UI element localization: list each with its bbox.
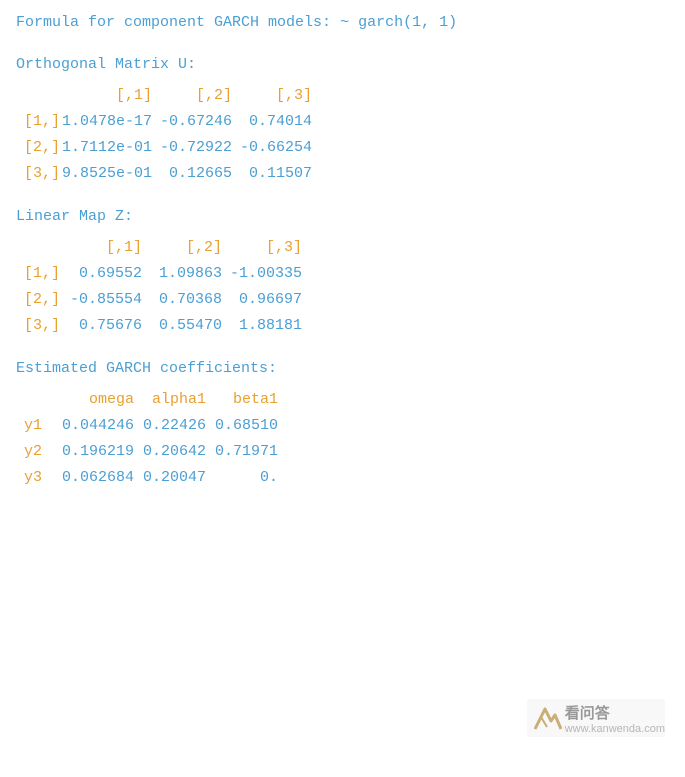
coef-y3-beta1: 0. <box>206 465 278 491</box>
formula-text: Formula for component GARCH models: ~ ga… <box>16 12 669 35</box>
lm-cell-3-2: 0.55470 <box>142 313 222 339</box>
lm-row-3: [3,] 0.75676 0.55470 1.88181 <box>24 313 302 339</box>
coef-row-y1: y1 0.044246 0.22426 0.68510 <box>24 413 278 439</box>
watermark: 看问答 www.kanwenda.com <box>527 699 665 737</box>
coef-row-y3: y3 0.062684 0.20047 0. <box>24 465 278 491</box>
formula-section: Formula for component GARCH models: ~ ga… <box>16 12 669 35</box>
lm-row-label-2: [2,] <box>24 287 62 313</box>
linear-map-section: Linear Map Z: [,1] [,2] [,3] [1,] 0.6955… <box>16 205 669 339</box>
cell-3-1: 9.8525e-01 <box>62 161 152 187</box>
lm-col-header-1: [,1] <box>62 235 142 261</box>
coef-col-omega: omega <box>62 387 134 413</box>
coef-y2-alpha1: 0.20642 <box>134 439 206 465</box>
coef-col-header-row: omega alpha1 beta1 <box>24 387 278 413</box>
watermark-box: 看问答 www.kanwenda.com <box>527 699 665 737</box>
col-header-1: [,1] <box>62 83 152 109</box>
lm-col-header-row: [,1] [,2] [,3] <box>24 235 302 261</box>
coef-label-y3: y3 <box>24 465 62 491</box>
coef-y1-omega: 0.044246 <box>62 413 134 439</box>
cell-3-3: 0.11507 <box>232 161 312 187</box>
cell-1-2: -0.67246 <box>152 109 232 135</box>
col-header-2: [,2] <box>152 83 232 109</box>
cell-2-1: 1.7112e-01 <box>62 135 152 161</box>
coef-y3-omega: 0.062684 <box>62 465 134 491</box>
empty-label <box>24 83 62 109</box>
lm-row-label-1: [1,] <box>24 261 62 287</box>
coef-row-y2: y2 0.196219 0.20642 0.71971 <box>24 439 278 465</box>
col-header-3: [,3] <box>232 83 312 109</box>
row-label-1: [1,] <box>24 109 62 135</box>
coef-y1-beta1: 0.68510 <box>206 413 278 439</box>
lm-cell-2-2: 0.70368 <box>142 287 222 313</box>
coef-col-beta1: beta1 <box>206 387 278 413</box>
coef-y1-alpha1: 0.22426 <box>134 413 206 439</box>
row-label-2: [2,] <box>24 135 62 161</box>
lm-row-label-3: [3,] <box>24 313 62 339</box>
lm-row-2: [2,] -0.85554 0.70368 0.96697 <box>24 287 302 313</box>
lm-cell-1-1: 0.69552 <box>62 261 142 287</box>
matrix-row-1: [1,] 1.0478e-17 -0.67246 0.74014 <box>24 109 312 135</box>
matrix-row-2: [2,] 1.7112e-01 -0.72922 -0.66254 <box>24 135 312 161</box>
linear-map-header: Linear Map Z: <box>16 205 669 229</box>
coef-y3-alpha1: 0.20047 <box>134 465 206 491</box>
lm-cell-1-2: 1.09863 <box>142 261 222 287</box>
lm-row-1: [1,] 0.69552 1.09863 -1.00335 <box>24 261 302 287</box>
linear-map-table: [,1] [,2] [,3] [1,] 0.69552 1.09863 -1.0… <box>24 235 302 339</box>
coef-y2-omega: 0.196219 <box>62 439 134 465</box>
row-label-3: [3,] <box>24 161 62 187</box>
matrix-col-header-row: [,1] [,2] [,3] <box>24 83 312 109</box>
cell-2-2: -0.72922 <box>152 135 232 161</box>
orthogonal-matrix-table: [,1] [,2] [,3] [1,] 1.0478e-17 -0.67246 … <box>24 83 312 187</box>
coef-label-y2: y2 <box>24 439 62 465</box>
formula-value: ~ garch(1, 1) <box>340 14 457 31</box>
coef-col-alpha1: alpha1 <box>134 387 206 413</box>
watermark-logo-icon <box>527 699 565 737</box>
cell-1-1: 1.0478e-17 <box>62 109 152 135</box>
lm-col-header-3: [,3] <box>222 235 302 261</box>
coef-y2-beta1: 0.71971 <box>206 439 278 465</box>
lm-cell-1-3: -1.00335 <box>222 261 302 287</box>
orthogonal-matrix-header: Orthogonal Matrix U: <box>16 53 669 77</box>
lm-cell-2-1: -0.85554 <box>62 287 142 313</box>
coef-label-y1: y1 <box>24 413 62 439</box>
cell-2-3: -0.66254 <box>232 135 312 161</box>
lm-col-header-2: [,2] <box>142 235 222 261</box>
garch-coefs-header: Estimated GARCH coefficients: <box>16 357 669 381</box>
cell-1-3: 0.74014 <box>232 109 312 135</box>
watermark-text-group: 看问答 www.kanwenda.com <box>565 702 665 735</box>
garch-coefs-section: Estimated GARCH coefficients: omega alph… <box>16 357 669 491</box>
orthogonal-matrix-section: Orthogonal Matrix U: [,1] [,2] [,3] [1,]… <box>16 53 669 187</box>
formula-label: Formula for component GARCH models: <box>16 14 331 31</box>
watermark-site-name: 看问答 <box>565 702 665 723</box>
lm-cell-2-3: 0.96697 <box>222 287 302 313</box>
lm-cell-3-1: 0.75676 <box>62 313 142 339</box>
lm-empty-label <box>24 235 62 261</box>
watermark-url: www.kanwenda.com <box>565 723 665 735</box>
garch-coefs-table: omega alpha1 beta1 y1 0.044246 0.22426 0… <box>24 387 278 491</box>
coef-empty-label <box>24 387 62 413</box>
cell-3-2: 0.12665 <box>152 161 232 187</box>
matrix-row-3: [3,] 9.8525e-01 0.12665 0.11507 <box>24 161 312 187</box>
lm-cell-3-3: 1.88181 <box>222 313 302 339</box>
